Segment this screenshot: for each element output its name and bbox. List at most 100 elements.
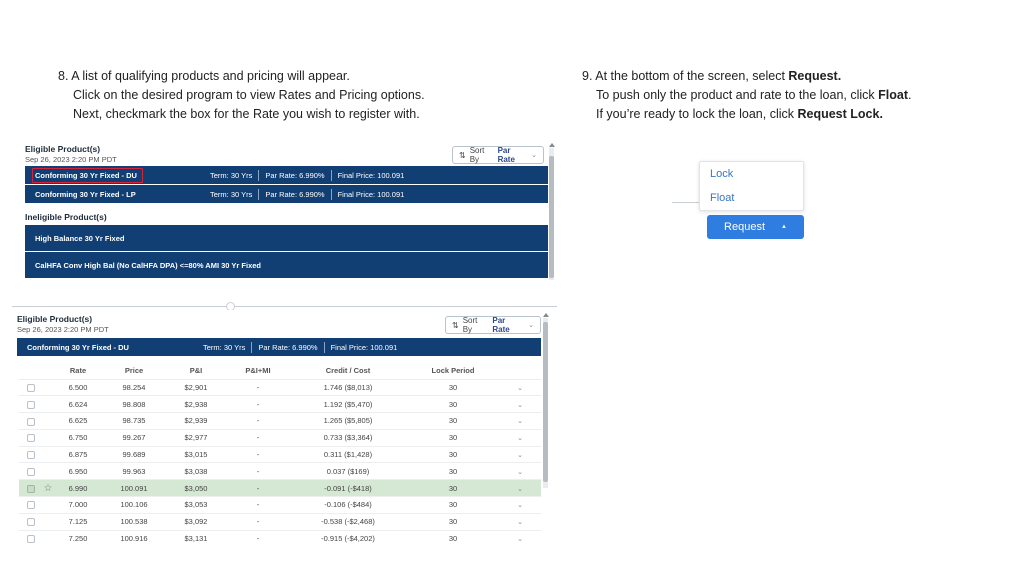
table-row[interactable]: 6.750 99.267 $2,977-0.733 ($3,364) 30 ⌄ xyxy=(19,428,541,447)
table-row[interactable]: 6.875 99.689 $3,015-0.311 ($1,428) 30 ⌄ xyxy=(19,445,541,463)
table-row[interactable]: 7.250 100.916 $3,131- -0.915 (-$4,202) 30 ⌄ xyxy=(19,529,541,547)
select-checkbox-cell[interactable] xyxy=(19,529,43,547)
favorite-cell[interactable] xyxy=(43,462,53,480)
scrollbar-thumb[interactable] xyxy=(549,156,554,278)
divider xyxy=(251,341,253,353)
expand-cell[interactable]: ⌄ xyxy=(499,512,541,531)
pi-cell: $2,977 xyxy=(165,428,227,447)
expand-cell[interactable]: ⌄ xyxy=(499,412,541,430)
sort-arrows-icon: ⇅ xyxy=(459,150,466,160)
table-row[interactable]: 6.624 98.808 $2,938-1.192 ($5,470) 30 ⌄ xyxy=(19,395,541,413)
sort-by-dropdown[interactable]: ⇅ Sort By Par Rate ⌄ xyxy=(452,146,544,164)
rate-checkbox[interactable] xyxy=(27,383,35,392)
rate-checkbox[interactable] xyxy=(27,417,35,426)
product-term: Term: 30 Yrs xyxy=(210,189,253,199)
step-9-number: 9. xyxy=(582,69,593,83)
select-checkbox-cell[interactable] xyxy=(19,479,43,497)
column-header-pimi: P&I+MI xyxy=(245,366,271,376)
rate-checkbox[interactable] xyxy=(27,535,35,544)
sort-by-dropdown[interactable]: ⇅ Sort By Par Rate ⌄ xyxy=(445,316,541,334)
product-name: Conforming 30 Yr Fixed - DU xyxy=(27,342,129,352)
rate-checkbox[interactable] xyxy=(27,451,35,460)
favorite-cell[interactable] xyxy=(43,395,53,413)
column-header-price: Price xyxy=(124,366,144,376)
step-9-instructions: 9. At the bottom of the screen, select R… xyxy=(582,67,1002,124)
credit-cost-cell: 0.311 ($1,428) xyxy=(289,445,407,463)
table-row[interactable]: 6.950 99.963 $3,038-0.037 ($169) 30 ⌄ xyxy=(19,462,541,480)
select-checkbox-cell[interactable] xyxy=(19,412,43,430)
float-menu-item[interactable]: Float xyxy=(700,186,803,210)
scroll-up-icon[interactable] xyxy=(543,313,549,317)
chevron-down-icon[interactable]: ⌄ xyxy=(517,519,523,526)
price-cell: 100.916 xyxy=(103,529,165,547)
expand-cell[interactable]: ⌄ xyxy=(499,462,541,480)
step-9-line-3: If you’re ready to lock the loan, click xyxy=(596,107,798,121)
sort-by-label: Sort By xyxy=(469,146,485,164)
chevron-down-icon[interactable]: ⌄ xyxy=(517,402,523,409)
rate-checkbox[interactable] xyxy=(27,467,35,476)
eligible-product-row[interactable]: Conforming 30 Yr Fixed - LP Term: 30 Yrs… xyxy=(25,185,548,203)
chevron-down-icon[interactable]: ⌄ xyxy=(517,385,523,392)
rate-checkbox[interactable] xyxy=(27,484,35,493)
select-checkbox-cell[interactable] xyxy=(19,462,43,480)
favorite-cell[interactable] xyxy=(43,512,53,531)
product-term: Term: 30 Yrs xyxy=(203,342,246,352)
divider xyxy=(330,169,332,181)
expand-cell[interactable]: ⌄ xyxy=(499,479,541,497)
rate-checkbox[interactable] xyxy=(27,501,35,510)
table-row[interactable]: 6.500 98.254 $2,901-1.746 ($8,013) 30 ⌄ xyxy=(19,378,541,396)
table-row[interactable]: 6.625 98.735 $2,939-1.265 ($5,805) 30 ⌄ xyxy=(19,412,541,430)
rate-checkbox[interactable] xyxy=(27,518,35,527)
expand-cell[interactable]: ⌄ xyxy=(499,395,541,413)
select-checkbox-cell[interactable] xyxy=(19,496,43,514)
select-checkbox-cell[interactable] xyxy=(19,428,43,447)
rate-checkbox[interactable] xyxy=(27,400,35,409)
product-name: CalHFA Conv High Bal (No CalHFA DPA) <=8… xyxy=(35,260,262,270)
select-checkbox-cell[interactable] xyxy=(19,378,43,396)
chevron-down-icon[interactable]: ⌄ xyxy=(517,469,523,476)
select-checkbox-cell[interactable] xyxy=(19,512,43,531)
pi-cell: $2,938 xyxy=(165,395,227,413)
rate-cell: 6.950 xyxy=(53,462,103,480)
rate-checkbox[interactable] xyxy=(27,434,35,443)
product-meta: Term: 30 Yrs Par Rate: 6.990% Final Pric… xyxy=(203,341,397,353)
favorite-cell[interactable] xyxy=(43,529,53,547)
favorite-cell[interactable]: ☆ xyxy=(43,479,53,497)
scrollbar[interactable] xyxy=(549,148,554,280)
lock-menu-item[interactable]: Lock xyxy=(700,162,803,186)
chevron-down-icon[interactable]: ⌄ xyxy=(517,435,523,442)
chevron-down-icon[interactable]: ⌄ xyxy=(517,418,523,425)
favorite-cell[interactable] xyxy=(43,428,53,447)
price-cell: 100.106 xyxy=(103,496,165,514)
selected-product-bar[interactable]: Conforming 30 Yr Fixed - DU Term: 30 Yrs… xyxy=(17,338,541,356)
scrollbar[interactable] xyxy=(543,318,548,488)
expand-cell[interactable]: ⌄ xyxy=(499,428,541,447)
expand-cell[interactable]: ⌄ xyxy=(499,378,541,396)
section-divider xyxy=(12,306,557,307)
table-row[interactable]: 7.125 100.538 $3,092- -0.538 (-$2,468) 30 ⌄ xyxy=(19,512,541,531)
chevron-down-icon[interactable]: ⌄ xyxy=(517,452,523,459)
rate-cell: 6.875 xyxy=(53,445,103,463)
expand-cell[interactable]: ⌄ xyxy=(499,496,541,514)
favorite-cell[interactable] xyxy=(43,378,53,396)
request-button[interactable]: Request ▲ xyxy=(707,215,804,239)
favorite-cell[interactable] xyxy=(43,412,53,430)
ineligible-product-row[interactable]: High Balance 30 Yr Fixed xyxy=(25,225,548,251)
select-checkbox-cell[interactable] xyxy=(19,395,43,413)
table-row[interactable]: ☆ 6.990 100.091 $3,050- -0.091 (-$418) 30 ⌄ xyxy=(19,479,541,497)
chevron-down-icon[interactable]: ⌄ xyxy=(517,502,523,509)
pimi-cell: - xyxy=(227,496,289,514)
favorite-cell[interactable] xyxy=(43,445,53,463)
expand-cell[interactable]: ⌄ xyxy=(499,445,541,463)
scrollbar-thumb[interactable] xyxy=(543,322,548,482)
table-row[interactable]: 7.000 100.106 $3,053- -0.106 (-$484) 30 ⌄ xyxy=(19,496,541,514)
ineligible-product-row[interactable]: CalHFA Conv High Bal (No CalHFA DPA) <=8… xyxy=(25,252,548,278)
chevron-down-icon[interactable]: ⌄ xyxy=(517,486,523,493)
chevron-down-icon[interactable]: ⌄ xyxy=(517,536,523,543)
product-final-price: Final Price: 100.091 xyxy=(337,170,405,180)
star-icon[interactable]: ☆ xyxy=(44,483,53,494)
select-checkbox-cell[interactable] xyxy=(19,445,43,463)
favorite-cell[interactable] xyxy=(43,496,53,514)
expand-cell[interactable]: ⌄ xyxy=(499,529,541,547)
scroll-up-icon[interactable] xyxy=(549,143,555,147)
